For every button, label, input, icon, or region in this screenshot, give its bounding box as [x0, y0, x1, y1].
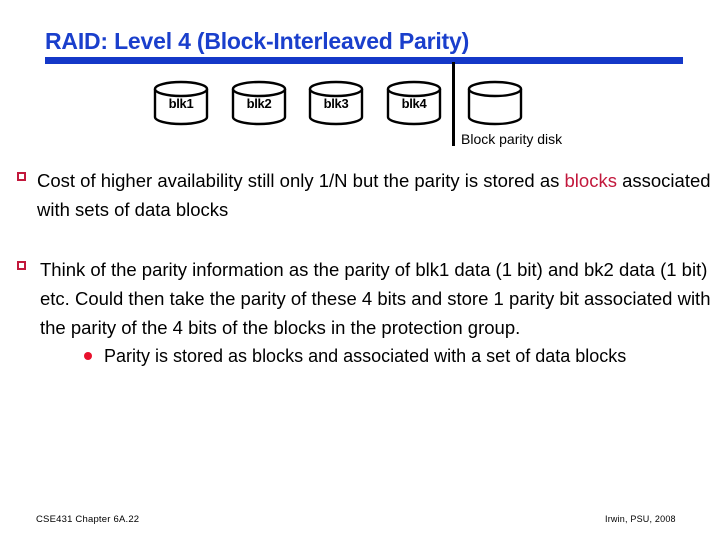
disk-cylinder-parity	[466, 80, 524, 126]
disk-label: blk1	[168, 96, 194, 111]
sub-bullet-text: Parity is stored as blocks and associate…	[104, 346, 627, 366]
cylinder-icon	[467, 80, 523, 126]
footer-course-label: CSE431 Chapter 6A.22	[36, 514, 140, 525]
parity-disk-caption: Block parity disk	[461, 131, 563, 147]
sub-bullet-group: Parity is stored as blocks and associate…	[66, 342, 720, 370]
hollow-square-bullet-icon	[17, 172, 26, 181]
disk-label: blk4	[401, 96, 427, 111]
disk-cylinder-blk4: blk4	[385, 80, 443, 126]
hollow-square-bullet-icon	[17, 261, 26, 270]
disk-cylinder-blk3: blk3	[307, 80, 365, 126]
page-title: RAID: Level 4 (Block-Interleaved Parity)	[45, 28, 470, 54]
bullet-item-think: Think of the parity information as the p…	[0, 255, 720, 342]
disk-label: blk3	[323, 96, 349, 111]
bullet-text-before: Cost of higher availability still only 1…	[37, 170, 565, 191]
bullet-group-think: Think of the parity information as the p…	[0, 255, 720, 370]
sub-bullet-item-parity-blocks: Parity is stored as blocks and associate…	[66, 342, 720, 370]
disk-cylinder-blk1: blk1	[152, 80, 210, 126]
disk-cylinder-blk2: blk2	[230, 80, 288, 126]
disk-label: blk2	[246, 96, 272, 111]
bullet-text-highlight: blocks	[564, 170, 617, 191]
raid-disk-diagram: blk1 blk2 blk3 blk4 Block parity disk	[0, 60, 720, 160]
parity-group-divider	[452, 62, 455, 146]
bullet-text: Think of the parity information as the p…	[40, 259, 711, 338]
filled-circle-bullet-icon	[84, 352, 92, 360]
slide-body: Cost of higher availability still only 1…	[0, 166, 720, 370]
bullet-item-cost: Cost of higher availability still only 1…	[0, 166, 720, 224]
footer-attribution: Irwin, PSU, 2008	[605, 514, 676, 524]
